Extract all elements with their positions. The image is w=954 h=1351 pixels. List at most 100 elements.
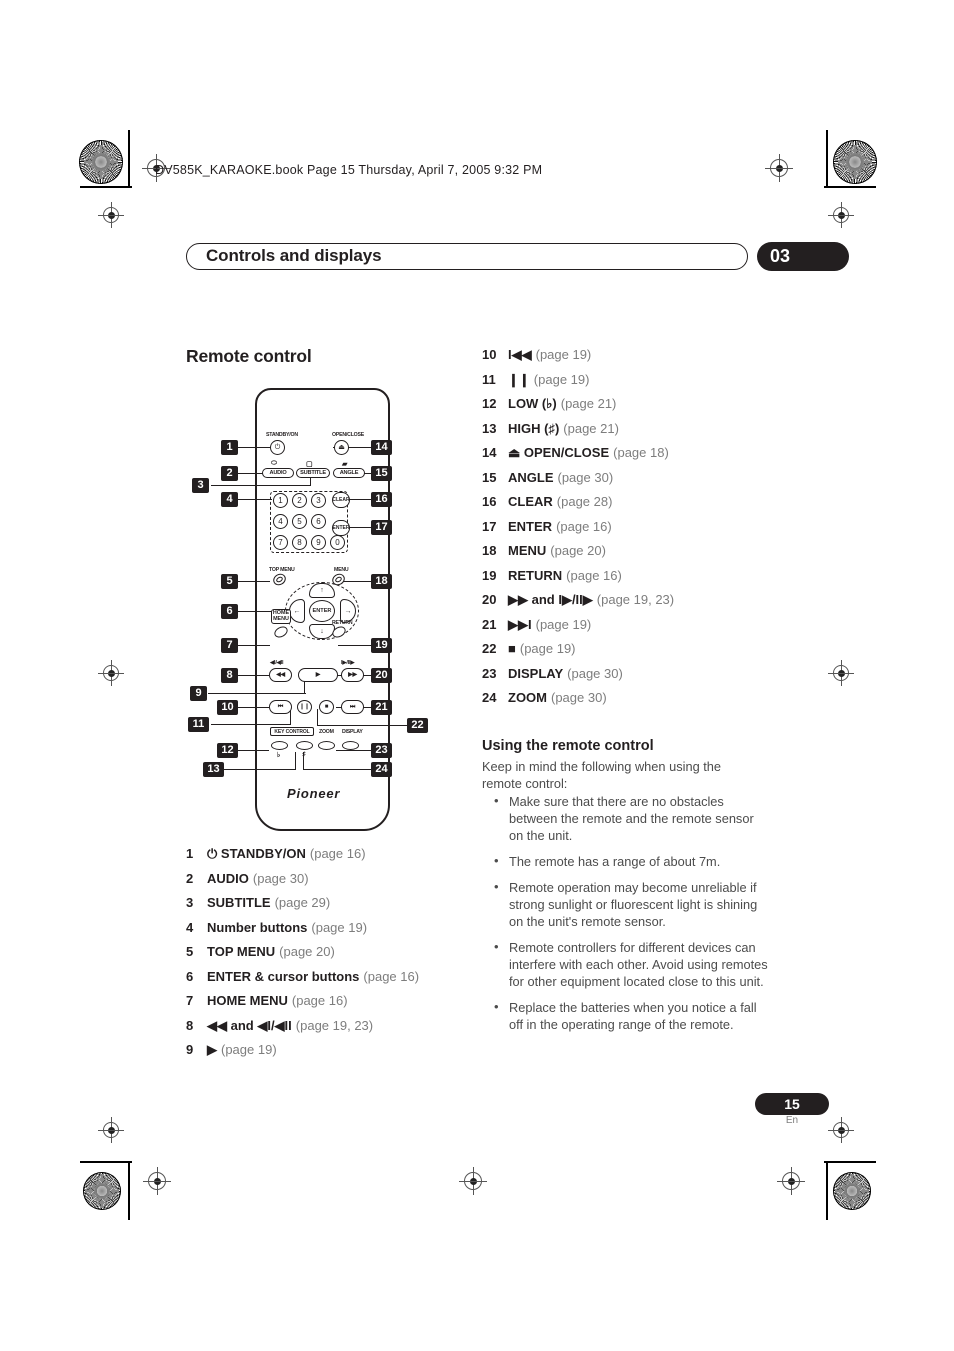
stop-button[interactable]: ■ bbox=[319, 700, 334, 714]
registration-mark-bottom-center bbox=[459, 1167, 487, 1195]
leader-line-24 bbox=[303, 769, 371, 771]
number-button-1[interactable]: 1 bbox=[273, 493, 288, 508]
registration-mark-bottom-left bbox=[143, 1167, 171, 1195]
callout-7: 7 bbox=[221, 638, 238, 653]
forward-step-label: I▶/II▶ bbox=[341, 660, 355, 666]
audio-icon: ⬭ bbox=[271, 460, 277, 467]
callout-11: 11 bbox=[188, 717, 209, 732]
list-item: 3 SUBTITLE (page 29) bbox=[186, 895, 476, 910]
angle-button[interactable]: ANGLE bbox=[333, 468, 365, 478]
list-item: Make sure that there are no obstacles be… bbox=[492, 792, 770, 844]
number-button-6[interactable]: 6 bbox=[311, 514, 326, 529]
play-icon: ▶ bbox=[315, 672, 321, 678]
chapter-number-badge: 03 bbox=[757, 242, 849, 271]
arrow-down-icon: ↓ bbox=[320, 628, 324, 635]
registration-mark-left-lower bbox=[98, 1117, 124, 1143]
stop-icon: ■ bbox=[324, 704, 329, 710]
list-item: 23 DISPLAY (page 30) bbox=[482, 666, 782, 681]
list-item: 4 Number buttons (page 19) bbox=[186, 920, 476, 935]
list-item-page: (page 16) bbox=[309, 846, 366, 861]
list-item-page: (page 16) bbox=[556, 518, 612, 534]
menu-label: MENU bbox=[334, 567, 349, 573]
display-button[interactable] bbox=[342, 741, 359, 750]
leader-line-13 bbox=[224, 769, 296, 771]
subtitle-button[interactable]: SUBTITLE bbox=[296, 468, 330, 478]
number-button-0[interactable]: 0 bbox=[330, 535, 345, 550]
leader-line-22-v bbox=[317, 709, 319, 726]
open-close-button[interactable]: ⏏ bbox=[334, 440, 349, 455]
leader-line-1 bbox=[238, 447, 274, 449]
crop-mark-top-right-v bbox=[826, 130, 828, 188]
enter-button[interactable]: ENTER bbox=[332, 520, 350, 536]
pause-icon: ❙❙ bbox=[299, 704, 310, 710]
number-button-2[interactable]: 2 bbox=[292, 493, 307, 508]
rewind-icon: ◀◀ bbox=[276, 672, 285, 678]
list-item-number: 10 bbox=[482, 347, 497, 362]
leader-line-8 bbox=[238, 675, 269, 677]
number-button-3[interactable]: 3 bbox=[311, 493, 326, 508]
number-button-9[interactable]: 9 bbox=[311, 535, 326, 550]
leader-line-9 bbox=[208, 693, 306, 695]
list-item: 6 ENTER & cursor buttons (page 16) bbox=[186, 969, 476, 984]
display-label: DISPLAY bbox=[342, 729, 363, 735]
list-item-number: 4 bbox=[186, 919, 194, 935]
list-item-label: ■ bbox=[508, 641, 516, 656]
return-label: RETURN bbox=[332, 620, 353, 626]
list-item-number: 15 bbox=[482, 469, 497, 485]
list-item-number: 11 bbox=[482, 371, 496, 387]
remote-control-diagram: STANDBY/ON ⏻ OPEN/CLOSE ⏏ ⬭ AUDIO ▢ SUBT… bbox=[186, 382, 466, 832]
remote-key-list-right: 10 I◀◀ (page 19) 11 ❙❙ (page 19) 12 LOW … bbox=[482, 347, 782, 715]
using-remote-heading: Using the remote control bbox=[482, 738, 654, 754]
clear-button[interactable]: CLEAR bbox=[332, 492, 350, 508]
list-item-label: ENTER & cursor buttons bbox=[207, 968, 360, 984]
callout-9: 9 bbox=[190, 686, 207, 701]
cursor-up-button[interactable]: ↑ bbox=[309, 583, 335, 598]
print-rosette-bottom-left bbox=[83, 1172, 121, 1210]
list-item-number: 18 bbox=[482, 543, 497, 558]
list-item-page: (page 16) bbox=[291, 993, 348, 1008]
list-item-number: 17 bbox=[482, 518, 497, 534]
callout-6: 6 bbox=[221, 604, 238, 619]
audio-button[interactable]: AUDIO bbox=[262, 468, 294, 478]
power-icon: ⏻ bbox=[274, 444, 281, 451]
key-control-low-button[interactable] bbox=[271, 741, 288, 750]
callout-3: 3 bbox=[192, 478, 209, 493]
print-rosette-top-right bbox=[833, 140, 877, 184]
registration-mark-right-middle bbox=[828, 660, 854, 686]
zoom-button[interactable] bbox=[318, 741, 335, 750]
play-button[interactable]: ▶ bbox=[298, 668, 338, 682]
number-button-5[interactable]: 5 bbox=[292, 514, 307, 529]
list-item-label: ZOOM bbox=[508, 690, 547, 705]
list-item-number: 22 bbox=[482, 641, 497, 656]
pause-button[interactable]: ❙❙ bbox=[297, 700, 312, 714]
previous-button[interactable]: ⏮ bbox=[269, 700, 292, 714]
crop-mark-top-right-h bbox=[824, 186, 876, 188]
number-button-4[interactable]: 4 bbox=[273, 514, 288, 529]
list-item-label: LOW (♭) bbox=[508, 396, 557, 411]
eject-icon: ⏏ bbox=[338, 444, 345, 451]
list-item-page: (page 30) bbox=[252, 870, 309, 886]
list-item-page: (page 30) bbox=[551, 690, 607, 705]
next-button[interactable]: ⏭ bbox=[341, 700, 364, 714]
print-rosette-bottom-right bbox=[833, 1172, 871, 1210]
number-button-8[interactable]: 8 bbox=[292, 535, 307, 550]
list-item: 13 HIGH (♯) (page 21) bbox=[482, 421, 782, 436]
list-item: 16 CLEAR (page 28) bbox=[482, 494, 782, 509]
remote-key-list-left: 1 ⏻ STANDBY/ON (page 16) 2 AUDIO (page 3… bbox=[186, 846, 476, 1067]
crop-mark-bottom-left-v bbox=[128, 1162, 130, 1220]
standby-on-button[interactable]: ⏻ bbox=[270, 440, 285, 455]
key-control-high-button[interactable] bbox=[296, 741, 313, 750]
forward-scan-button[interactable]: ▶▶ bbox=[341, 668, 364, 682]
cursor-enter-button[interactable]: ENTER bbox=[309, 600, 335, 622]
list-item: 21 ▶▶I (page 19) bbox=[482, 617, 782, 632]
callout-15: 15 bbox=[371, 466, 392, 481]
callout-24: 24 bbox=[371, 762, 392, 777]
reverse-step-label: ◀I/◀II bbox=[270, 660, 284, 666]
crop-mark-bottom-right-h bbox=[824, 1161, 876, 1163]
list-item: 14 ⏏ OPEN/CLOSE (page 18) bbox=[482, 445, 782, 460]
list-item-page: (page 18) bbox=[613, 445, 669, 460]
open-close-label: OPEN/CLOSE bbox=[332, 432, 365, 438]
list-item: 18 MENU (page 20) bbox=[482, 543, 782, 558]
reverse-scan-button[interactable]: ◀◀ bbox=[269, 668, 292, 682]
number-button-7[interactable]: 7 bbox=[273, 535, 288, 550]
